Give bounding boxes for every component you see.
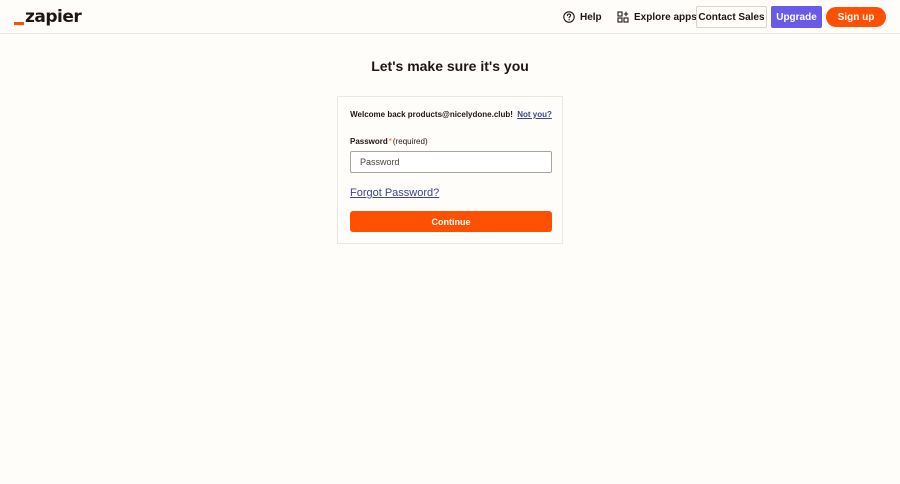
password-label: Password*(required) — [350, 137, 428, 146]
required-asterisk: * — [388, 137, 392, 146]
contact-sales-button[interactable]: Contact Sales — [696, 6, 767, 28]
explore-apps-button[interactable]: Explore apps — [617, 8, 697, 26]
apps-grid-icon — [617, 11, 629, 23]
password-label-text: Password — [350, 137, 388, 146]
welcome-text: Welcome back products@nicelydone.club! — [350, 110, 513, 119]
help-circle-icon — [563, 11, 575, 23]
password-input[interactable] — [350, 151, 552, 173]
forgot-password-link[interactable]: Forgot Password? — [350, 187, 439, 199]
zapier-logo[interactable]: zapier — [14, 7, 82, 27]
login-card: Welcome back products@nicelydone.club! N… — [337, 96, 563, 244]
logo-underscore-mark — [14, 22, 24, 25]
help-menu-button[interactable]: Help — [563, 8, 602, 26]
not-you-link[interactable]: Not you? — [517, 110, 552, 119]
sign-up-button[interactable]: Sign up — [826, 7, 886, 27]
page-title: Let's make sure it's you — [371, 58, 529, 74]
explore-apps-label: Explore apps — [634, 11, 697, 23]
required-text: (required) — [392, 137, 428, 146]
top-nav-bar: zapier Help Explore apps Contact Sales U… — [0, 0, 900, 34]
continue-button[interactable]: Continue — [350, 211, 552, 232]
help-label: Help — [580, 11, 602, 23]
welcome-message: Welcome back products@nicelydone.club! N… — [338, 110, 564, 119]
logo-text: zapier — [25, 7, 82, 27]
upgrade-button[interactable]: Upgrade — [771, 6, 822, 28]
